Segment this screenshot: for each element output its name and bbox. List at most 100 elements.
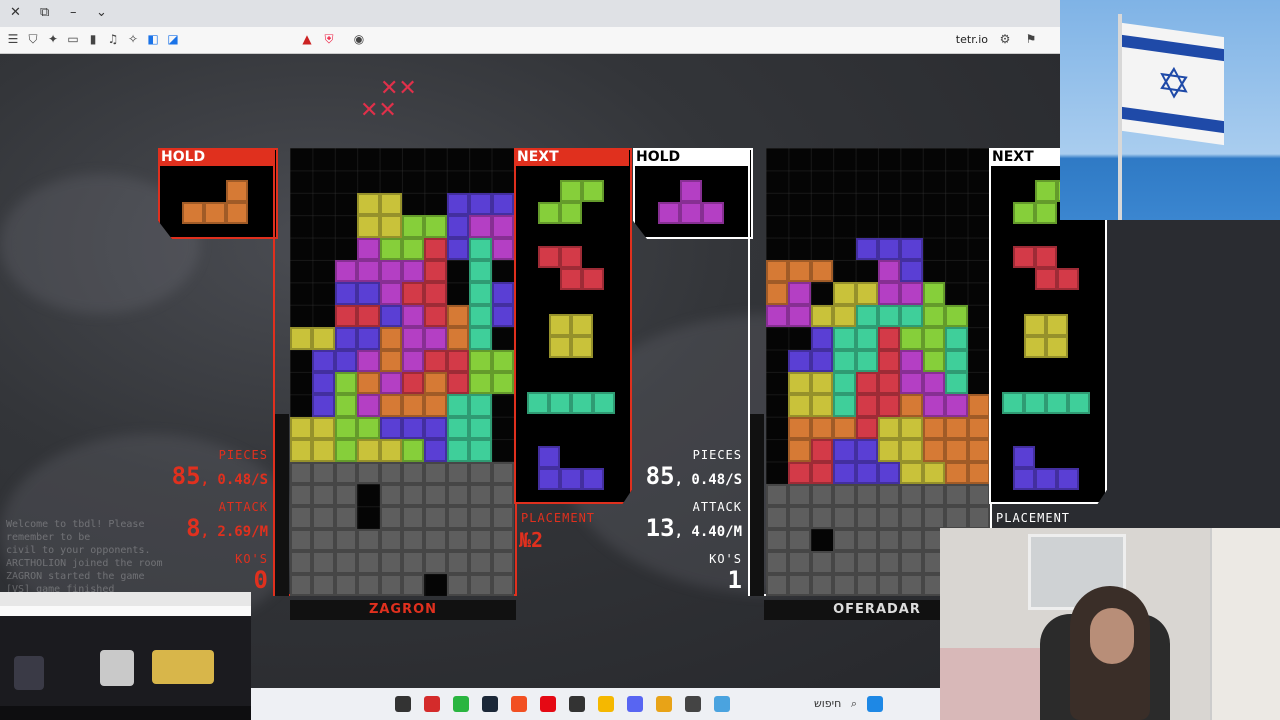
mino-block — [469, 394, 492, 417]
tune-icon[interactable]: ⚙ — [998, 32, 1012, 46]
garbage-block — [379, 551, 402, 574]
mino-block — [833, 327, 856, 350]
mino-block — [593, 392, 615, 414]
translate-alt-icon[interactable]: ◪ — [166, 32, 180, 46]
menu-icon[interactable]: ☰ — [6, 32, 20, 46]
mino-block — [900, 349, 923, 372]
mino-block — [900, 327, 923, 350]
garbage-meter — [273, 414, 289, 596]
mino-block — [357, 439, 380, 462]
mcafee-icon[interactable] — [424, 696, 440, 712]
windows-icon[interactable] — [867, 696, 883, 712]
mini-screen-overlay — [0, 592, 251, 720]
mino-block — [469, 237, 492, 260]
garbage-block — [334, 484, 358, 507]
mino-block — [357, 215, 380, 238]
url-text[interactable]: tetr.io — [956, 33, 988, 46]
whatsapp-icon[interactable] — [453, 696, 469, 712]
pieces-stat: 85, 0.48/S — [645, 462, 742, 490]
window-icon[interactable]: ▭ — [66, 32, 80, 46]
mino-block — [424, 439, 447, 462]
news-icon[interactable] — [714, 696, 730, 712]
attack-rate: 2.69/M — [217, 524, 268, 540]
media-player-icon[interactable] — [395, 696, 411, 712]
garbage-block — [878, 551, 901, 574]
garbage-block — [833, 484, 856, 507]
mino-block — [1035, 468, 1057, 490]
mino-block — [538, 446, 560, 468]
mino-block — [379, 416, 402, 440]
hold-label: HOLD — [633, 149, 750, 166]
chat-line: civil to your opponents. — [6, 545, 151, 556]
music-icon[interactable]: ♫ — [106, 32, 120, 46]
mino-block — [469, 260, 492, 283]
puzzle-icon[interactable]: ✦ — [46, 32, 60, 46]
mino-block — [357, 192, 380, 216]
files-icon[interactable] — [598, 696, 614, 712]
mino-block — [402, 439, 425, 462]
chevron-down-icon[interactable]: ⌄ — [96, 5, 107, 20]
mino-block — [357, 282, 380, 305]
extension-icon[interactable]: ✧ — [126, 32, 140, 46]
mino-block — [571, 314, 593, 336]
netflix-icon[interactable] — [540, 696, 556, 712]
garbage-block — [766, 551, 789, 574]
garbage-block — [424, 461, 447, 484]
chat-line: ARCTHOLION joined the room — [6, 558, 163, 569]
garbage-block — [379, 506, 402, 529]
flag-overlay: ✡ — [1060, 0, 1280, 220]
warning-icon[interactable]: ▲ — [300, 32, 314, 46]
mino-block — [357, 349, 380, 372]
mino-block — [424, 260, 447, 283]
mino-block — [878, 416, 901, 440]
garbage-block — [922, 484, 946, 507]
garbage-block — [469, 461, 492, 484]
notepad-icon[interactable] — [685, 696, 701, 712]
mino-block — [1024, 336, 1046, 358]
garbage-block — [967, 506, 990, 529]
garbage-block — [469, 551, 492, 574]
garbage-block — [833, 551, 856, 574]
mino-block — [446, 439, 470, 462]
sidebar-icon[interactable]: ▮ — [86, 32, 100, 46]
mino-block — [446, 416, 470, 440]
mino-block — [402, 260, 425, 283]
brave-icon[interactable] — [511, 696, 527, 712]
chrome-icon[interactable] — [656, 696, 672, 712]
shield-icon[interactable]: ⛉ — [26, 32, 40, 46]
mino-block — [855, 304, 878, 328]
mino-block — [560, 246, 582, 268]
mino-block — [334, 439, 358, 462]
mino-block — [334, 394, 358, 417]
garbage-block — [922, 506, 946, 529]
bookmark-icon[interactable]: ⚑ — [1024, 32, 1038, 46]
translate-icon[interactable]: ◧ — [146, 32, 160, 46]
garbage-block — [290, 551, 313, 574]
brave-shield-icon[interactable]: ⛨ — [322, 32, 336, 46]
garbage-block — [379, 461, 402, 484]
camera-icon[interactable]: ◉ — [352, 32, 366, 46]
mino-block — [424, 304, 447, 328]
mino-block — [1002, 392, 1024, 414]
mino-block — [446, 349, 470, 372]
garbage-block — [334, 573, 358, 596]
close-icon[interactable]: ✕ — [10, 5, 21, 20]
garbage-block — [424, 484, 447, 507]
restore-icon[interactable]: ⧉ — [40, 5, 49, 20]
garbage-block — [334, 461, 358, 484]
minimize-icon[interactable]: – — [70, 5, 77, 20]
garbage-block — [312, 484, 335, 507]
mino-block — [810, 349, 834, 372]
mino-block — [900, 282, 923, 305]
mino-block — [582, 468, 604, 490]
mino-block — [810, 304, 834, 328]
mino-block — [424, 327, 447, 350]
discord-icon[interactable] — [627, 696, 643, 712]
garbage-block — [312, 506, 335, 529]
search-box[interactable]: חיפוש ⌕ — [801, 694, 857, 714]
mino-block — [922, 394, 946, 417]
garbage-block — [878, 528, 901, 552]
steam-icon[interactable] — [482, 696, 498, 712]
mino-block — [810, 372, 834, 395]
chatgpt-icon[interactable] — [569, 696, 585, 712]
